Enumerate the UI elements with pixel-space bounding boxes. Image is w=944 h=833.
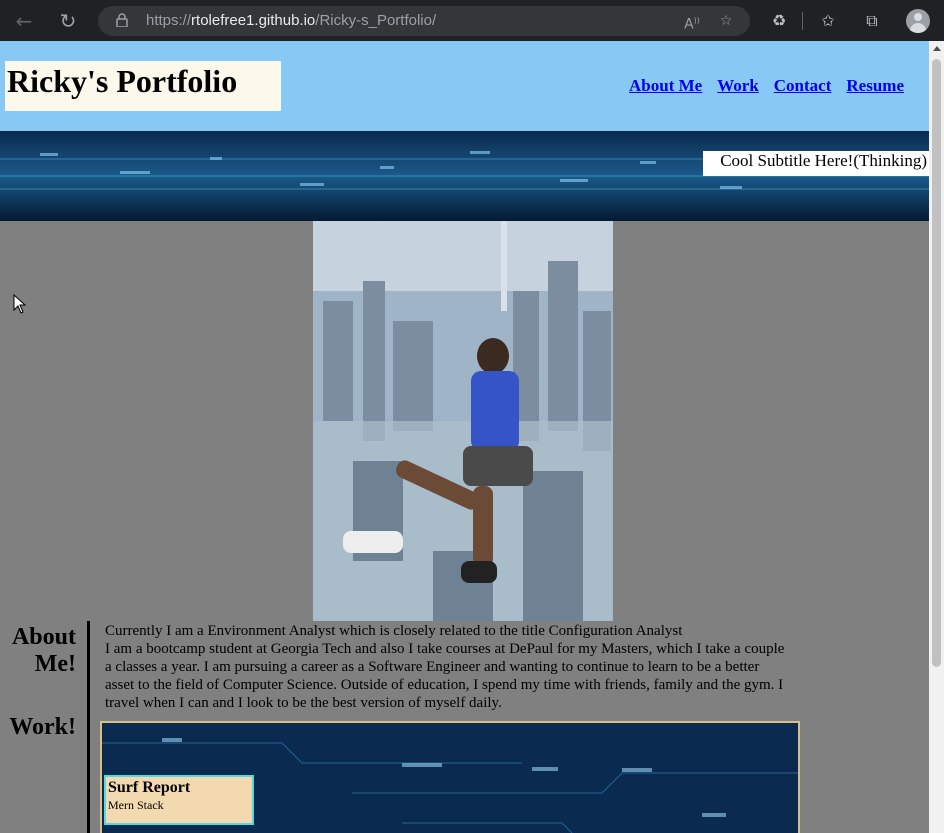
main-nav: About Me Work Contact Resume: [629, 76, 904, 96]
about-intro-line: Currently I am a Environment Analyst whi…: [105, 623, 683, 639]
read-aloud-icon[interactable]: A)): [682, 11, 702, 33]
profile-icon[interactable]: [906, 9, 930, 33]
back-icon[interactable]: ←: [12, 9, 36, 33]
logo-box: Ricky's Portfolio: [5, 61, 281, 111]
nav-link-contact[interactable]: Contact: [774, 76, 832, 96]
vertical-scrollbar[interactable]: [929, 41, 944, 833]
collections-icon[interactable]: ⧉: [861, 10, 883, 32]
project-card-subtitle: Mern Stack: [108, 798, 164, 812]
nav-link-work[interactable]: Work: [717, 76, 759, 96]
project-card-title: Surf Report: [108, 779, 191, 796]
nav-link-resume[interactable]: Resume: [846, 76, 904, 96]
scroll-up-arrow-icon[interactable]: [933, 46, 941, 51]
mouse-cursor-icon: [13, 294, 27, 314]
scrollbar-thumb[interactable]: [932, 59, 941, 667]
extensions-icon[interactable]: ♻: [768, 10, 790, 32]
hero-banner: Cool Subtitle Here!(Thinking): [0, 131, 929, 221]
page-viewport: Ricky's Portfolio About Me Work Contact …: [0, 41, 929, 833]
project-card-surf-report[interactable]: Surf Report Mern Stack: [104, 775, 254, 825]
section-titles: About Me! Work!: [0, 621, 88, 741]
site-header: Ricky's Portfolio About Me Work Contact …: [0, 41, 929, 131]
lock-icon[interactable]: [116, 13, 128, 27]
about-paragraph: I am a bootcamp student at Georgia Tech …: [105, 641, 785, 711]
profile-photo: [313, 221, 613, 621]
toolbar-divider: [802, 12, 803, 30]
address-bar[interactable]: https://rtolefree1.github.io/Ricky-s_Por…: [98, 6, 750, 36]
add-favorite-icon[interactable]: ☆: [716, 11, 736, 31]
about-me-text: Currently I am a Environment Analyst whi…: [105, 622, 785, 712]
reload-icon[interactable]: ↻: [56, 9, 80, 33]
favorites-icon[interactable]: ✩: [817, 10, 839, 32]
work-heading: Work!: [9, 714, 76, 740]
nav-link-about-me[interactable]: About Me: [629, 76, 702, 96]
browser-toolbar: ← ↻ https://rtolefree1.github.io/Ricky-s…: [0, 0, 944, 41]
site-title: Ricky's Portfolio: [7, 63, 238, 99]
url-text: https://rtolefree1.github.io/Ricky-s_Por…: [146, 12, 437, 29]
hero-subtitle: Cool Subtitle Here!(Thinking): [703, 151, 929, 176]
circuit-background-image: [0, 131, 929, 221]
work-panel: Surf Report Mern Stack: [100, 721, 800, 833]
about-me-heading: About Me!: [11, 624, 76, 677]
section-divider: [87, 621, 90, 833]
